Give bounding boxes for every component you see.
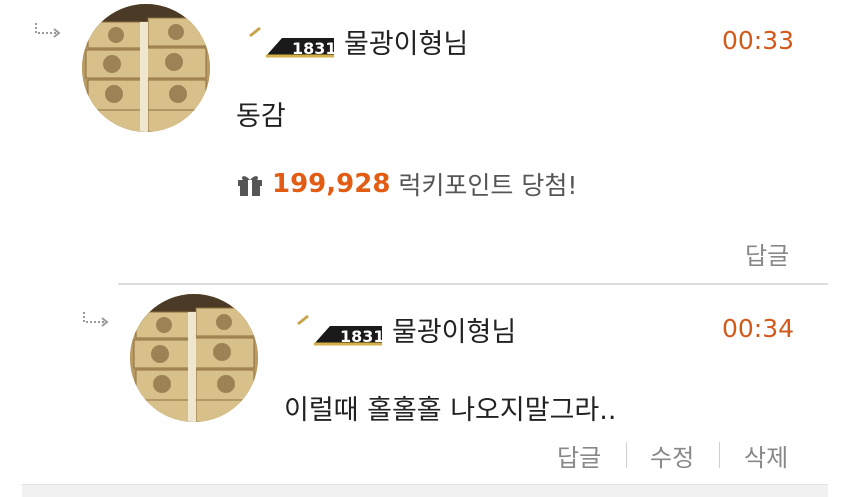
money-stack-image [82,4,210,132]
level-badge-icon: 1831 [297,314,382,346]
comment-item: 1831 물광이형님 00:33 동감 199,928 럭키포인트 당첨! 답글 [0,0,850,284]
svg-text:1831: 1831 [292,39,334,58]
comment-time: 00:34 [722,314,795,343]
edit-button[interactable]: 수정 [650,438,694,473]
comment-item: 1831 물광이형님 00:34 이럴때 홀홀홀 나오지말그라.. 답글 수정 … [0,284,850,496]
nickname[interactable]: 물광이형님 [392,310,516,349]
money-stack-image [130,294,258,422]
delete-button[interactable]: 삭제 [744,438,788,473]
gift-icon [238,176,262,196]
bottom-divider [22,484,828,497]
comment-text: 동감 [236,101,286,132]
lucky-point-amount: 199,928 [272,169,391,199]
level-badge-icon: 1831 [249,26,334,58]
lucky-point-label: 럭키포인트 당첨! [398,171,578,200]
nickname[interactable]: 물광이형님 [344,22,468,61]
reply-button[interactable]: 답글 [745,236,789,271]
reply-button[interactable]: 답글 [557,438,601,473]
svg-text:1831: 1831 [340,327,382,346]
avatar[interactable] [130,294,258,422]
action-separator [626,442,627,468]
comment-time: 00:33 [722,26,795,55]
reply-arrow-icon [83,312,109,327]
lucky-point-notice: 199,928 럭키포인트 당첨! [236,166,577,202]
reply-arrow-icon [35,23,61,38]
comment-text: 이럴때 홀홀홀 나오지말그라.. [284,395,617,426]
avatar[interactable] [82,4,210,132]
action-separator [719,442,720,468]
